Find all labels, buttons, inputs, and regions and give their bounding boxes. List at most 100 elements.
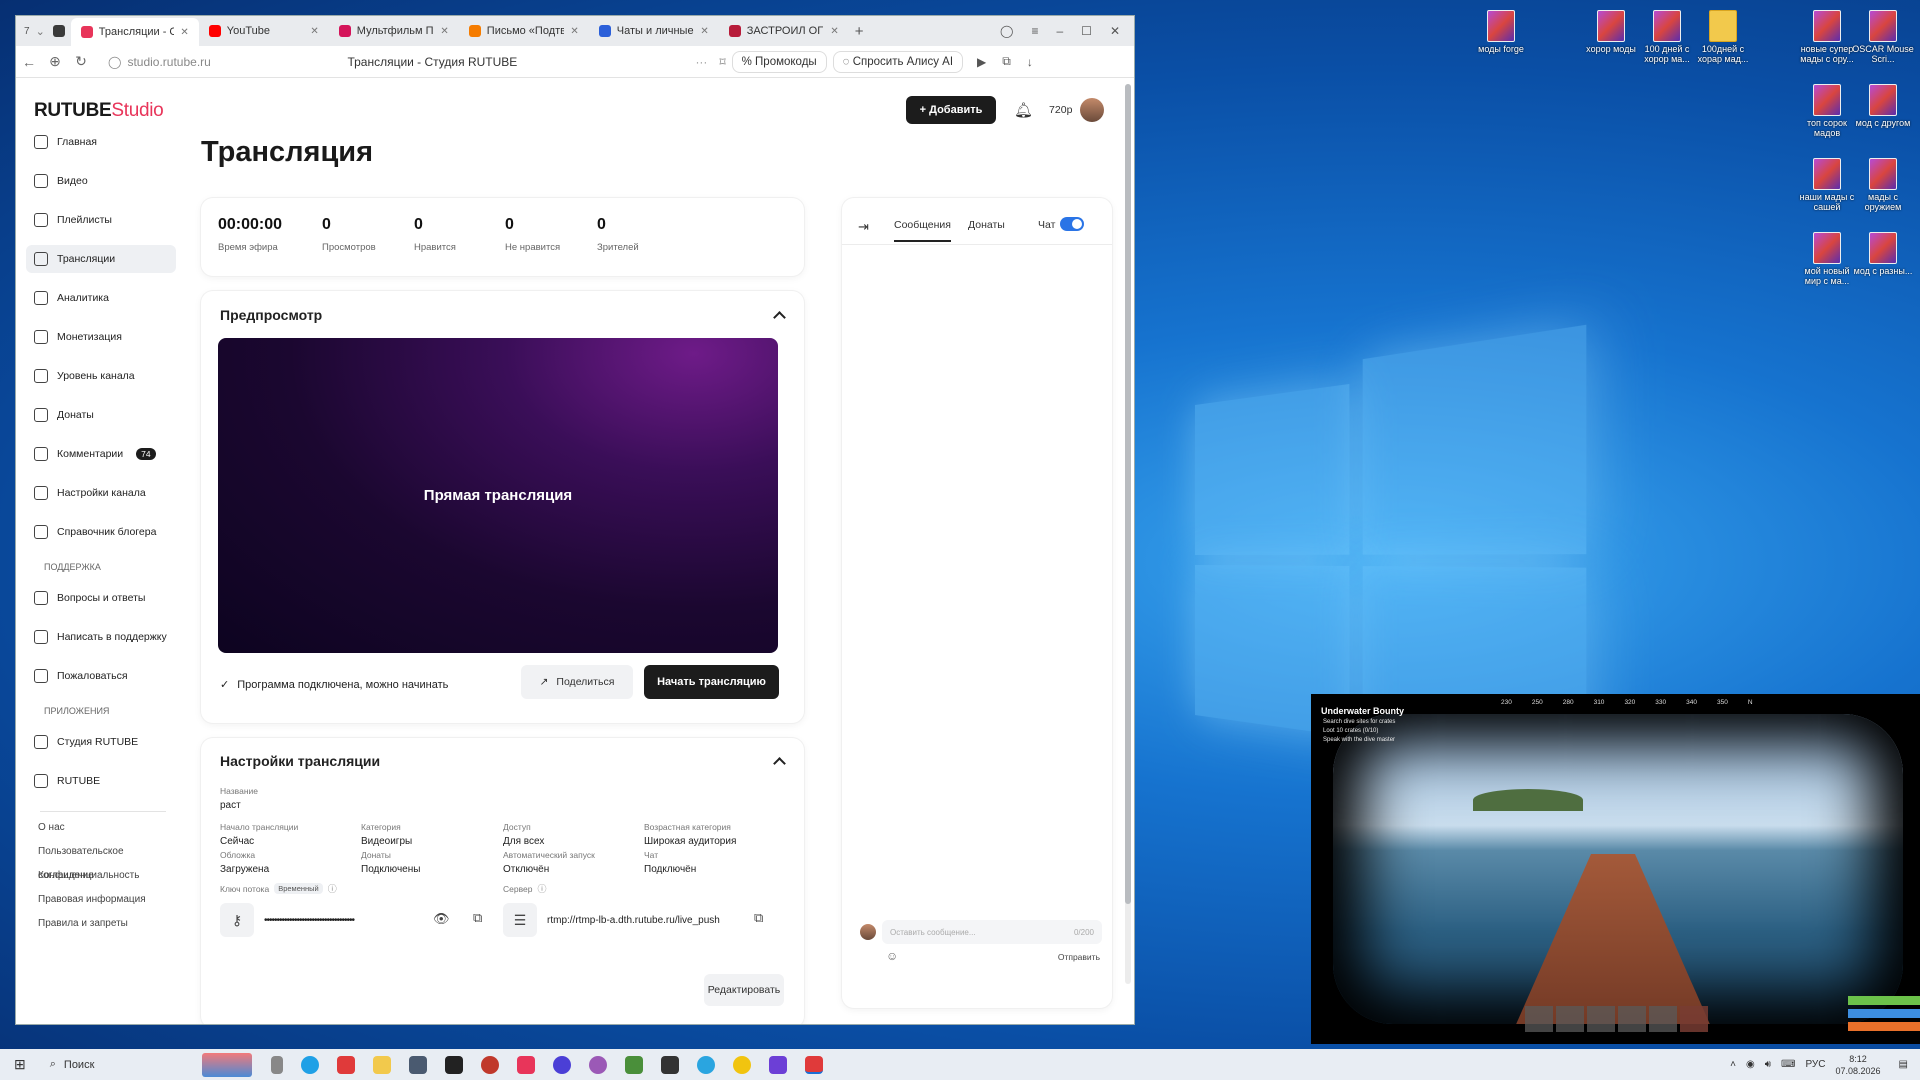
footer-link[interactable]: Конфиденциальность: [38, 864, 176, 888]
promo-button[interactable]: % Промокоды: [731, 50, 827, 73]
chrome-icon[interactable]: [732, 1055, 751, 1074]
sidebar-item[interactable]: Справочник блогера: [26, 518, 176, 546]
menu-icon[interactable]: ≡: [1031, 24, 1038, 38]
footer-link[interactable]: Правовая информация: [38, 888, 176, 912]
app-icon[interactable]: [444, 1055, 463, 1074]
chat-input[interactable]: Оставить сообщение... 0/200: [882, 920, 1102, 944]
bookmark-icon[interactable]: ⌑: [719, 55, 725, 69]
play-icon[interactable]: ▶: [977, 55, 986, 69]
sidebar-item[interactable]: Уровень канала: [26, 362, 176, 390]
maximize-button[interactable]: ☐: [1081, 24, 1092, 38]
new-tab-button[interactable]: +: [855, 23, 864, 40]
server-input[interactable]: ☰ rtmp://rtmp-lb-a.dth.rutube.ru/live_pu…: [503, 903, 733, 937]
browser-tab[interactable]: Трансляции - Студ ✕: [70, 18, 199, 46]
download-icon[interactable]: ↓: [1027, 55, 1033, 69]
close-tab-icon[interactable]: ✕: [830, 26, 838, 37]
add-button[interactable]: + Добавить: [906, 96, 996, 124]
translate-icon[interactable]: ⊕: [42, 53, 68, 70]
sidebar-item[interactable]: Главная: [26, 128, 176, 156]
more-dots-icon[interactable]: ···: [695, 55, 707, 69]
reload-icon[interactable]: ↻: [68, 53, 94, 70]
collapse-chat-icon[interactable]: ⇥: [858, 219, 869, 235]
sidebar-item[interactable]: Аналитика: [26, 284, 176, 312]
language-indicator[interactable]: РУС: [1805, 1059, 1825, 1070]
app-icon[interactable]: [588, 1055, 607, 1074]
folder-icon[interactable]: [372, 1055, 391, 1074]
tab-messages[interactable]: Сообщения: [894, 219, 951, 242]
desktop-icon[interactable]: 100дней с хорар мад...: [1692, 10, 1754, 64]
footer-link[interactable]: О нас: [38, 816, 176, 840]
tab-donats[interactable]: Донаты: [968, 219, 1005, 231]
desktop-icon[interactable]: мады с оружием: [1852, 158, 1914, 212]
app-icon[interactable]: [660, 1055, 679, 1074]
browser-tab[interactable]: YouTube ✕: [199, 19, 329, 43]
footer-link[interactable]: Правила и запреты: [38, 912, 176, 936]
browser-tab[interactable]: ЗАСТРОИЛ ОГР ✕: [719, 19, 849, 43]
yandex-browser-icon[interactable]: [804, 1055, 823, 1074]
support-item[interactable]: Вопросы и ответы: [26, 584, 176, 612]
sidebar-item[interactable]: Плейлисты: [26, 206, 176, 234]
close-tab-icon[interactable]: ✕: [180, 27, 188, 38]
help-icon[interactable]: ⓘ: [328, 882, 337, 895]
copy-icon[interactable]: ⧉: [754, 910, 763, 926]
keyboard-icon[interactable]: ⌨: [1781, 1059, 1795, 1070]
send-button[interactable]: Отправить: [1058, 952, 1100, 962]
desktop-icon[interactable]: мод с разны...: [1852, 232, 1914, 276]
desktop-icon[interactable]: хорор моды: [1580, 10, 1642, 54]
emoji-icon[interactable]: ☺: [886, 949, 898, 963]
shield-icon[interactable]: [52, 25, 65, 37]
task-view-icon[interactable]: [270, 1055, 283, 1074]
sidebar-item[interactable]: Видео: [26, 167, 176, 195]
preview-player[interactable]: Прямая трансляция: [218, 338, 778, 653]
close-tab-icon[interactable]: ✕: [700, 26, 708, 37]
app-link[interactable]: Студия RUTUBE: [26, 728, 176, 756]
desktop-icon[interactable]: новые супер мады с ору...: [1796, 10, 1858, 64]
footer-link[interactable]: Пользовательское соглашение: [38, 840, 176, 881]
back-icon[interactable]: ←: [16, 54, 42, 70]
support-item[interactable]: Пожаловаться: [26, 662, 176, 690]
desktop-icon[interactable]: OSCAR Mouse Scri...: [1852, 10, 1914, 64]
yandex-icon[interactable]: [336, 1055, 355, 1074]
sidebar-item[interactable]: Настройки канала: [26, 479, 176, 507]
sidebar-item[interactable]: Трансляции: [26, 245, 176, 273]
windows-start-icon[interactable]: ⊞: [14, 1056, 26, 1073]
browser-tab[interactable]: Чаты и личные сообщ ✕: [589, 19, 719, 43]
avatar[interactable]: [1080, 98, 1105, 122]
volume-icon[interactable]: 🔊︎: [1765, 1059, 1771, 1070]
edit-button[interactable]: Редактировать: [704, 974, 784, 1006]
notifications-icon[interactable]: ▤: [1899, 1059, 1908, 1070]
chat-toggle[interactable]: [1060, 217, 1084, 231]
clock[interactable]: 8:12 07.08.2026: [1836, 1053, 1881, 1077]
minecraft-icon[interactable]: [624, 1055, 643, 1074]
app-icon[interactable]: [552, 1055, 571, 1074]
close-window-button[interactable]: ✕: [1110, 24, 1120, 38]
minimize-button[interactable]: –: [1056, 24, 1063, 38]
scrollbar[interactable]: [1125, 84, 1131, 984]
rutube-studio-logo[interactable]: RUTUBEStudio: [34, 100, 164, 122]
edge-icon[interactable]: [300, 1055, 319, 1074]
profile-icon[interactable]: ◯: [1000, 24, 1013, 38]
app-icon[interactable]: [480, 1055, 499, 1074]
help-icon[interactable]: ⓘ: [537, 882, 546, 895]
chevron-up-icon[interactable]: ˄: [1730, 1059, 1736, 1070]
desktop-icon[interactable]: моды forge: [1470, 10, 1532, 54]
chevron-up-icon[interactable]: [773, 757, 786, 770]
tab-count[interactable]: 7: [24, 26, 30, 37]
start-stream-button[interactable]: Начать трансляцию: [644, 665, 779, 699]
support-item[interactable]: Написать в поддержку: [26, 623, 176, 651]
app-link[interactable]: RUTUBE: [26, 767, 176, 795]
sidebar-item[interactable]: Комментарии 74: [26, 440, 176, 468]
bell-icon[interactable]: 🔔︎: [1014, 101, 1033, 119]
desktop-icon[interactable]: мод с другом: [1852, 84, 1914, 128]
mail-icon[interactable]: [408, 1055, 427, 1074]
url-text[interactable]: studio.rutube.ru: [127, 55, 347, 69]
chevron-down-icon[interactable]: ⌄: [36, 25, 45, 38]
taskbar-widget[interactable]: [201, 1052, 252, 1077]
telegram-icon[interactable]: [696, 1055, 715, 1074]
eye-icon[interactable]: 👁︎: [433, 911, 450, 927]
copy-icon[interactable]: ⧉: [473, 910, 482, 926]
desktop-icon[interactable]: 100 дней с хорор ма...: [1636, 10, 1698, 64]
close-tab-icon[interactable]: ✕: [440, 26, 448, 37]
browser-tab[interactable]: Мультфильм Просток ✕: [329, 19, 459, 43]
sidebar-item[interactable]: Донаты: [26, 401, 176, 429]
